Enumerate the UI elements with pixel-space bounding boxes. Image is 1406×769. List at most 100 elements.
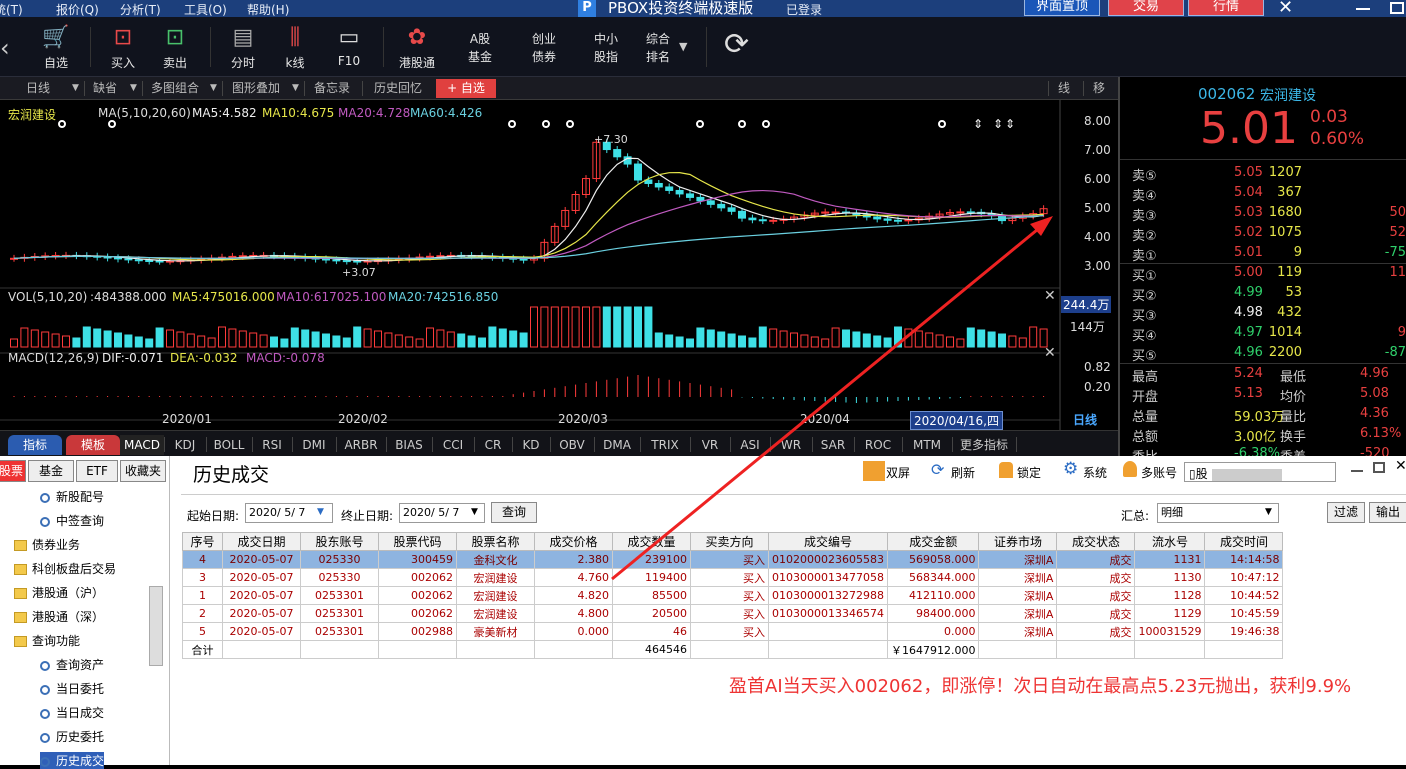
indicator-tab[interactable]: OBV <box>550 435 594 455</box>
tab-history[interactable]: 历史回忆 <box>374 79 422 98</box>
column-header[interactable]: 成交价格 <box>534 532 613 551</box>
tab-memo[interactable]: 备忘录 <box>314 79 350 98</box>
sme-index-button[interactable]: 中小 股指 <box>588 17 624 77</box>
tab-multi-chart[interactable]: 多图组合 <box>151 79 199 98</box>
summary-select[interactable]: 明细 <box>1157 503 1279 523</box>
column-header[interactable]: 股东账号 <box>300 532 379 551</box>
tree-node[interactable]: 当日成交 <box>40 704 104 721</box>
sell-button[interactable]: ⊡ 卖出 <box>156 17 194 77</box>
tree-node[interactable]: 债券业务 <box>14 536 80 553</box>
lock-button[interactable]: 锁定 <box>1017 464 1041 481</box>
tab-daily[interactable]: 日线 <box>26 79 50 98</box>
tree-scrollbar[interactable] <box>149 586 163 666</box>
close-icon[interactable]: ✕ <box>1395 458 1406 474</box>
tab-etf[interactable]: ETF <box>76 460 118 482</box>
column-header[interactable]: 序号 <box>182 532 223 551</box>
column-header[interactable]: 证券市场 <box>978 532 1058 551</box>
gem-bond-button[interactable]: 创业 债券 <box>526 17 562 77</box>
indicator-tab[interactable]: RSI <box>252 435 292 455</box>
indicator-tab[interactable]: DMA <box>594 435 640 455</box>
f10-button[interactable]: ▭ F10 <box>330 17 368 77</box>
tab-stock[interactable]: 股票 <box>0 460 26 482</box>
back-icon[interactable]: ‹ <box>0 34 10 62</box>
kline-chart[interactable]: ⇕ ⇕ ⇕ 宏润建设 MA(5,10,20,60) MA5:4.582 MA10:4… <box>0 100 1118 430</box>
refresh-button[interactable]: 刷新 <box>951 464 975 481</box>
chevron-down-icon[interactable]: ▼ <box>679 40 687 53</box>
minimize-icon[interactable] <box>1351 470 1363 472</box>
menu-system[interactable]: 统(T) <box>0 1 23 18</box>
refresh-icon[interactable]: ⟳ <box>724 27 749 62</box>
tab-fund[interactable]: 基金 <box>28 460 74 482</box>
tree-node[interactable]: 新股配号 <box>40 488 104 505</box>
minimize-icon[interactable] <box>1356 8 1370 10</box>
market-button[interactable]: 行情 <box>1188 0 1264 16</box>
account-selector[interactable]: ▯股 <box>1184 462 1336 482</box>
hk-connect-button[interactable]: ✿ 港股通 <box>394 17 440 77</box>
buy-button[interactable]: ⊡ 买入 <box>104 17 142 77</box>
tree-node[interactable]: 港股通（沪） <box>14 584 104 601</box>
chevron-down-icon[interactable]: ▼ <box>130 79 137 98</box>
tree-node[interactable]: 港股通（深） <box>14 608 104 625</box>
indicator-tab[interactable]: CR <box>474 435 512 455</box>
tree-node[interactable]: 查询资产 <box>40 656 104 673</box>
indicator-tab[interactable]: 更多指标 <box>952 435 1016 455</box>
close-icon[interactable]: ✕ <box>1044 345 1056 361</box>
table-row[interactable]: 3 2020-05-07 025330 002062 宏润建设 4.760 119400 买入… <box>182 568 1284 587</box>
table-row[interactable]: 2 2020-05-07 0253301 002062 宏润建设 4.800 20500 买入… <box>182 604 1284 623</box>
tree-node[interactable]: 科创板盘后交易 <box>14 560 116 577</box>
pin-top-button[interactable]: 界面置顶 <box>1024 0 1100 16</box>
add-favorite-button[interactable]: + 自选 <box>436 79 496 98</box>
indicator-tab[interactable]: BIAS <box>386 435 432 455</box>
dual-screen-button[interactable]: 双屏 <box>886 464 910 481</box>
tab-favorites[interactable]: 收藏夹 <box>120 460 166 482</box>
table-row[interactable]: 4 2020-05-07 025330 300459 金科文化 2.380 239100 买入… <box>182 550 1284 569</box>
system-button[interactable]: 系统 <box>1083 464 1107 481</box>
table-row[interactable]: 1 2020-05-07 0253301 002062 宏润建设 4.820 85500 买入… <box>182 586 1284 605</box>
chevron-down-icon[interactable]: ▼ <box>292 79 299 98</box>
tree-node[interactable]: 当日委托 <box>40 680 104 697</box>
menu-analysis[interactable]: 分析(T) <box>120 1 161 18</box>
kline-button[interactable]: ⫼ k线 <box>276 17 314 77</box>
indicator-tab[interactable]: ASI <box>730 435 770 455</box>
line-button[interactable]: 线 <box>1058 79 1070 98</box>
move-button[interactable]: 移 <box>1093 79 1105 98</box>
column-header[interactable]: 成交状态 <box>1056 532 1136 551</box>
indicator-tab[interactable]: SAR <box>812 435 854 455</box>
column-header[interactable]: 成交时间 <box>1204 532 1284 551</box>
close-icon[interactable]: ✕ <box>1278 0 1293 18</box>
column-header[interactable]: 流水号 <box>1134 532 1206 551</box>
query-button[interactable]: 查询 <box>491 502 537 523</box>
export-button[interactable]: 输出 <box>1369 502 1406 523</box>
indicator-tab[interactable]: CCI <box>432 435 474 455</box>
ranking-button[interactable]: 综合 排名 <box>640 17 676 77</box>
close-icon[interactable]: ✕ <box>1044 288 1056 304</box>
column-header[interactable]: 成交编号 <box>768 532 888 551</box>
menu-quote[interactable]: 报价(Q) <box>56 1 99 18</box>
tree-node[interactable]: 查询功能 <box>14 632 80 649</box>
indicator-tab[interactable]: MACD <box>120 435 164 455</box>
tree-node[interactable]: 历史委托 <box>40 728 104 745</box>
tree-node[interactable]: 中签查询 <box>40 512 104 529</box>
indicator-tab[interactable]: KD <box>512 435 550 455</box>
column-header[interactable]: 股票名称 <box>456 532 535 551</box>
indicator-tab[interactable]: KDJ <box>164 435 206 455</box>
indicator-tab[interactable]: ARBR <box>336 435 386 455</box>
tab-default[interactable]: 缺省 <box>93 79 117 98</box>
column-header[interactable]: 股票代码 <box>378 532 457 551</box>
maximize-icon[interactable] <box>1390 2 1404 14</box>
multi-account-button[interactable]: 多账号 <box>1141 464 1177 481</box>
menu-tools[interactable]: 工具(O) <box>184 1 227 18</box>
tab-template[interactable]: 模板 <box>66 435 120 455</box>
indicator-tab[interactable]: BOLL <box>206 435 252 455</box>
ashare-fund-button[interactable]: A股 基金 <box>462 17 498 77</box>
chevron-down-icon[interactable]: ▼ <box>471 507 478 517</box>
table-row[interactable]: 5 2020-05-07 0253301 002988 豪美新材 0.000 46 买入 0.0… <box>182 622 1284 641</box>
indicator-tab[interactable]: DMI <box>292 435 336 455</box>
maximize-icon[interactable] <box>1373 462 1385 473</box>
trade-button[interactable]: 交易 <box>1108 0 1184 16</box>
column-header[interactable]: 成交数量 <box>612 532 691 551</box>
chevron-down-icon[interactable]: ▼ <box>72 79 79 98</box>
tab-indicator[interactable]: 指标 <box>8 435 62 455</box>
indicator-tab[interactable]: ROC <box>854 435 902 455</box>
column-header[interactable]: 成交日期 <box>222 532 301 551</box>
